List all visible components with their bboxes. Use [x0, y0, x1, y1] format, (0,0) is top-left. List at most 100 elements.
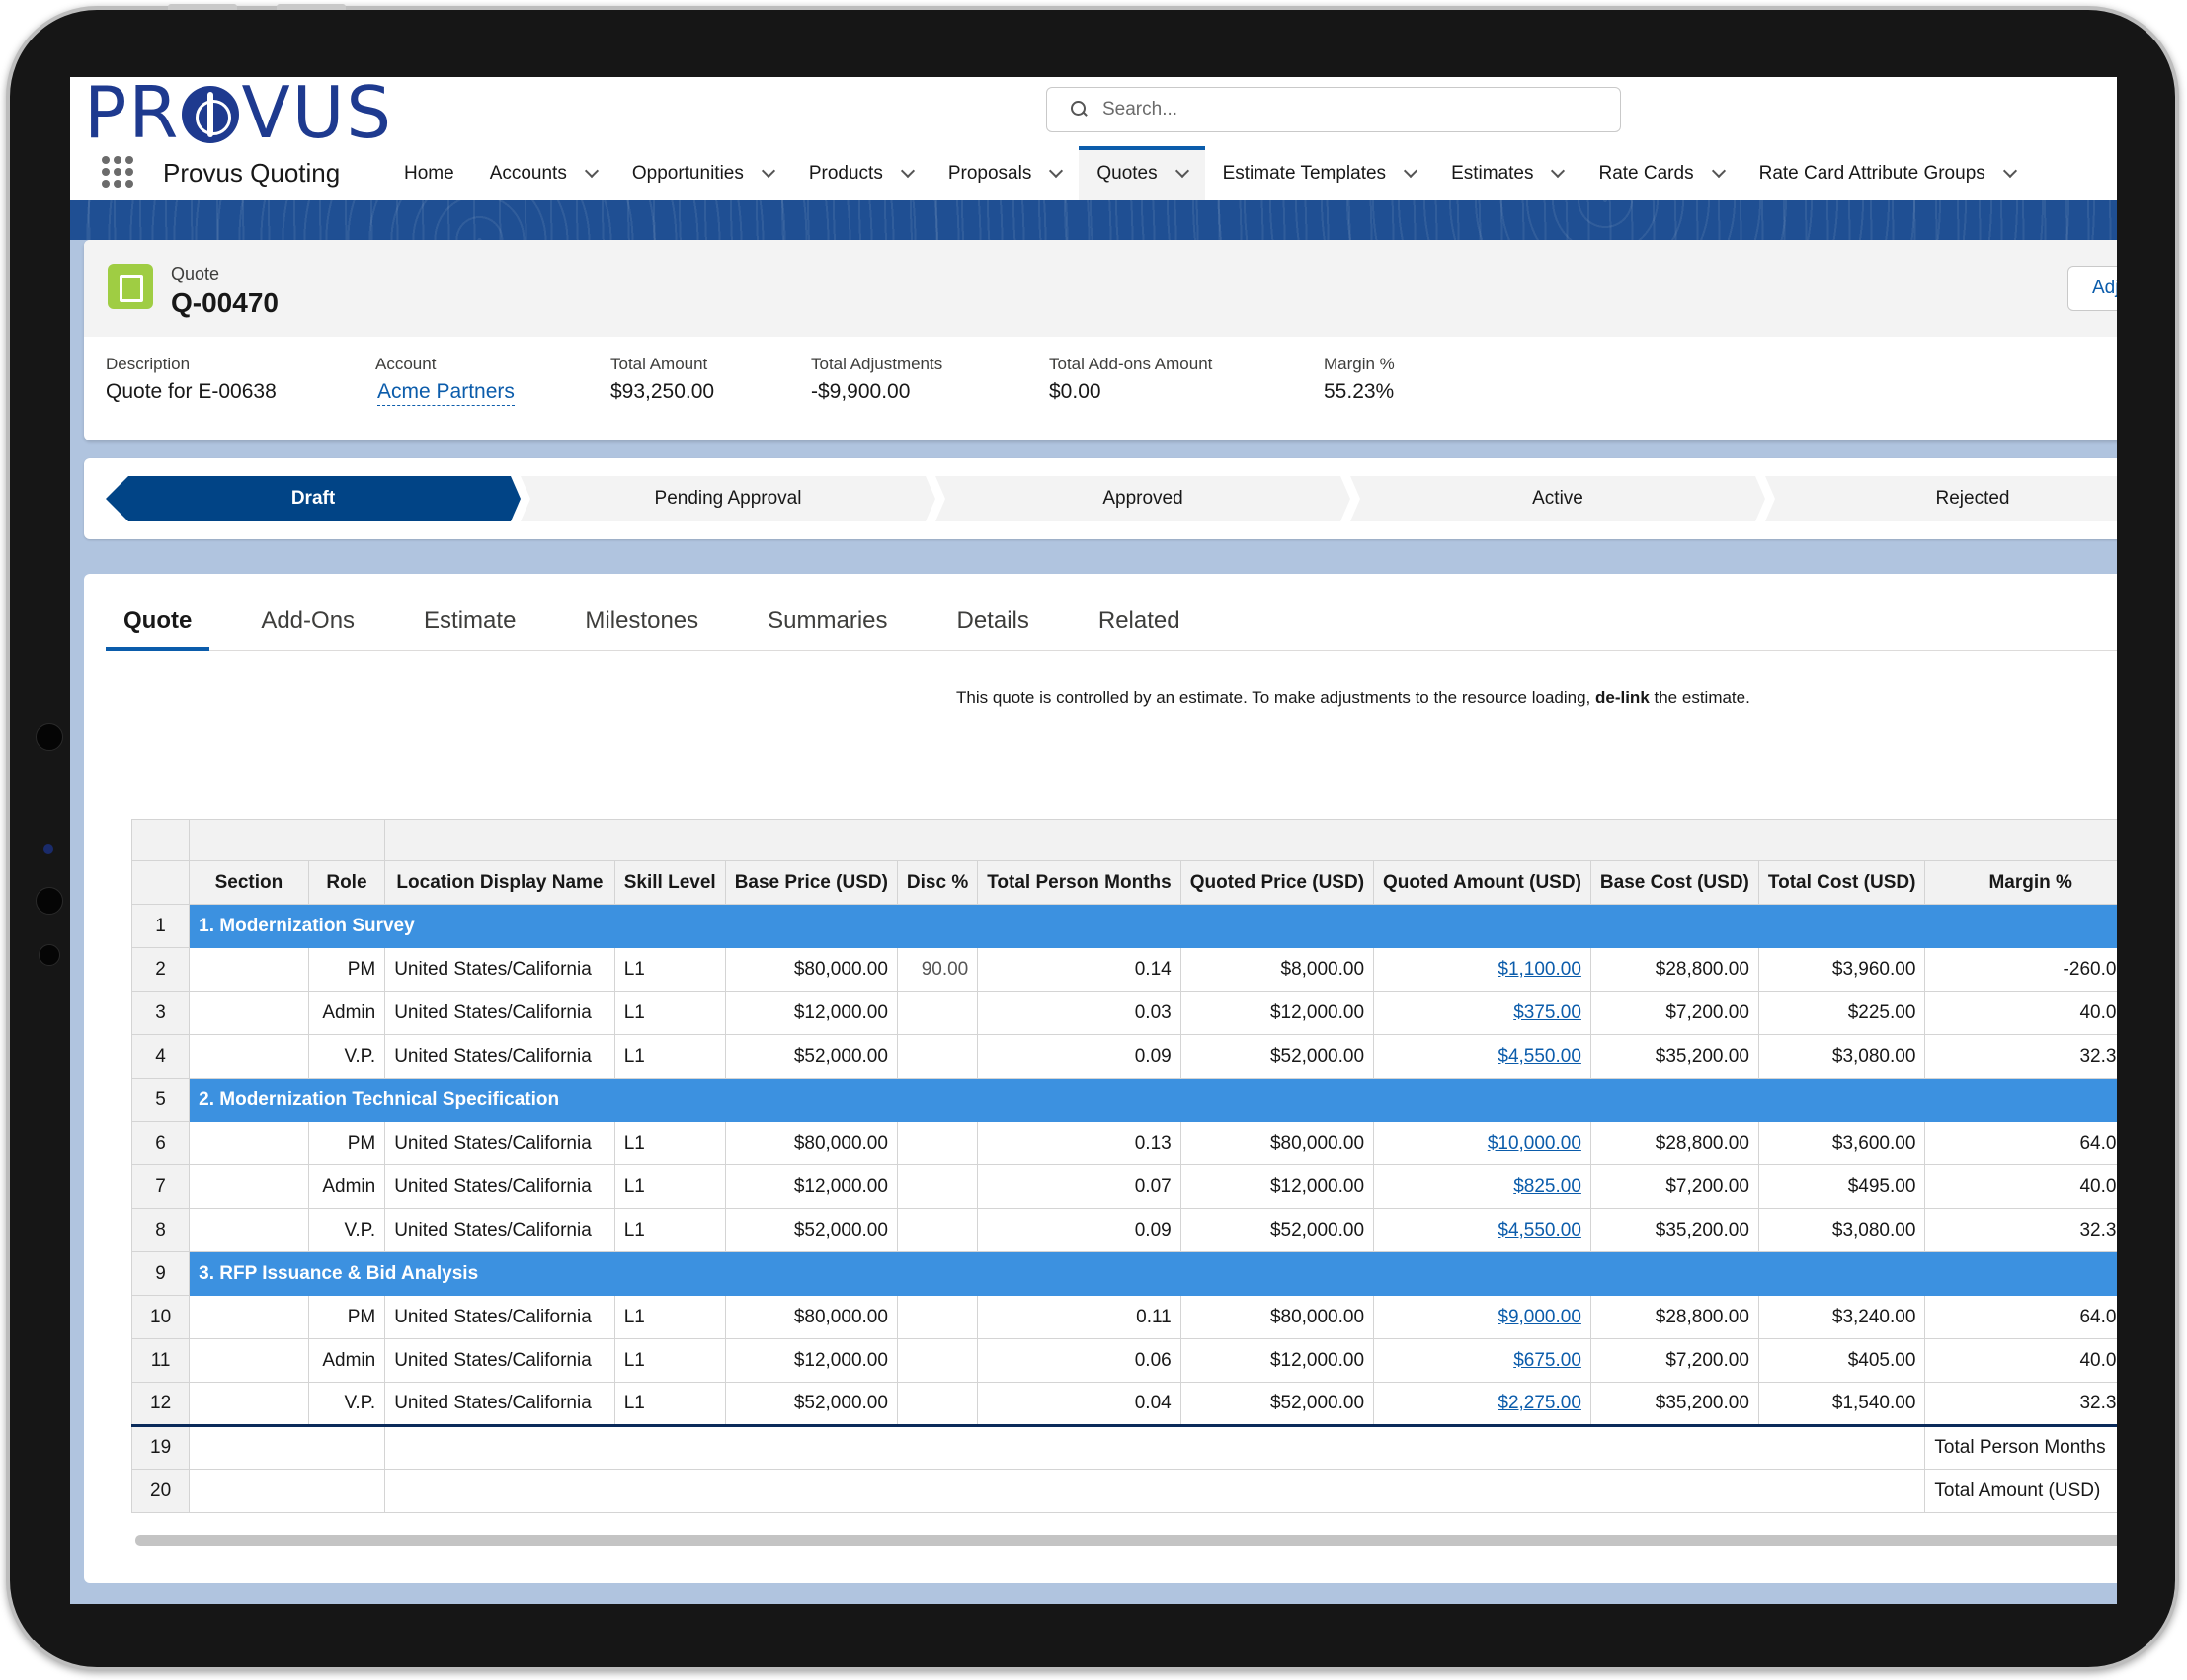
- cell-total-person-months[interactable]: 0.09: [977, 1034, 1181, 1079]
- col-header-margin[interactable]: Margin %: [1924, 860, 2117, 905]
- section-title[interactable]: 1. Modernization Survey: [189, 904, 2117, 948]
- cell-disc[interactable]: 90.00: [896, 947, 979, 992]
- nav-item-quotes[interactable]: Quotes: [1079, 146, 1205, 200]
- cell-base-price[interactable]: $80,000.00: [724, 1121, 898, 1165]
- cell-quoted-price[interactable]: $8,000.00: [1179, 947, 1375, 992]
- cell-quoted-amount[interactable]: $675.00: [1373, 1338, 1591, 1383]
- cell-base-price[interactable]: $12,000.00: [724, 1164, 898, 1209]
- path-stage-draft[interactable]: Draft: [106, 476, 521, 521]
- path-stage-pending-approval[interactable]: Pending Approval: [521, 476, 935, 521]
- tab-related[interactable]: Related: [1081, 596, 1198, 650]
- cell-location[interactable]: United States/California: [384, 1034, 615, 1079]
- account-link[interactable]: Acme Partners: [377, 380, 515, 406]
- quoted-amount-link[interactable]: $1,100.00: [1498, 959, 1581, 980]
- tab-summaries[interactable]: Summaries: [750, 596, 905, 650]
- cell-section[interactable]: [189, 1338, 309, 1383]
- cell-margin[interactable]: 64.00: [1924, 1121, 2117, 1165]
- cell-total-cost[interactable]: $225.00: [1757, 991, 1926, 1035]
- cell-base-cost[interactable]: $28,800.00: [1589, 1121, 1759, 1165]
- cell-role[interactable]: V.P.: [307, 1208, 386, 1252]
- cell-margin[interactable]: 32.31: [1924, 1208, 2117, 1252]
- cell-total-cost[interactable]: $1,540.00: [1757, 1382, 1926, 1426]
- quoted-amount-link[interactable]: $375.00: [1513, 1002, 1581, 1023]
- cell-margin[interactable]: 40.00: [1924, 1164, 2117, 1209]
- chevron-down-icon[interactable]: [1711, 163, 1726, 178]
- col-header-total-person-months[interactable]: Total Person Months: [977, 860, 1181, 905]
- quoted-amount-link[interactable]: $825.00: [1513, 1176, 1581, 1197]
- cell-margin[interactable]: 32.31: [1924, 1034, 2117, 1079]
- chevron-down-icon[interactable]: [584, 163, 599, 178]
- chevron-down-icon[interactable]: [1049, 163, 1064, 178]
- col-header-location[interactable]: Location Display Name: [384, 860, 615, 905]
- cell-role[interactable]: PM: [307, 1121, 386, 1165]
- cell-section[interactable]: [189, 1208, 309, 1252]
- section-title[interactable]: 2. Modernization Technical Specification: [189, 1078, 2117, 1122]
- cell-base-price[interactable]: $52,000.00: [724, 1382, 898, 1426]
- cell-location[interactable]: United States/California: [384, 1382, 615, 1426]
- path-stage-active[interactable]: Active: [1350, 476, 1765, 521]
- cell-location[interactable]: United States/California: [384, 1295, 615, 1339]
- cell-total-person-months[interactable]: 0.07: [977, 1164, 1181, 1209]
- cell-skill-level[interactable]: L1: [613, 991, 726, 1035]
- cell-base-cost[interactable]: $35,200.00: [1589, 1382, 1759, 1426]
- cell-base-cost[interactable]: $7,200.00: [1589, 991, 1759, 1035]
- cell-total-cost[interactable]: $3,240.00: [1757, 1295, 1926, 1339]
- cell-skill-level[interactable]: L1: [613, 1121, 726, 1165]
- chevron-down-icon[interactable]: [761, 163, 775, 178]
- quoted-amount-link[interactable]: $675.00: [1513, 1350, 1581, 1371]
- cell-quoted-amount[interactable]: $10,000.00: [1373, 1121, 1591, 1165]
- nav-item-proposals[interactable]: Proposals: [931, 146, 1080, 200]
- cell-total-person-months[interactable]: 0.13: [977, 1121, 1181, 1165]
- nav-item-rate-cards[interactable]: Rate Cards: [1580, 146, 1741, 200]
- nav-item-accounts[interactable]: Accounts: [472, 146, 614, 200]
- cell-role[interactable]: V.P.: [307, 1382, 386, 1426]
- nav-item-rate-card-attribute-groups[interactable]: Rate Card Attribute Groups: [1742, 146, 2033, 200]
- cell-role[interactable]: V.P.: [307, 1034, 386, 1079]
- cell-skill-level[interactable]: L1: [613, 1034, 726, 1079]
- cell-quoted-price[interactable]: $52,000.00: [1179, 1208, 1375, 1252]
- col-header-disc[interactable]: Disc %: [896, 860, 979, 905]
- cell-skill-level[interactable]: L1: [613, 1338, 726, 1383]
- quoted-amount-link[interactable]: $9,000.00: [1498, 1307, 1581, 1327]
- cell-quoted-amount[interactable]: $4,550.00: [1373, 1034, 1591, 1079]
- path-stage-approved[interactable]: Approved: [935, 476, 1350, 521]
- chevron-down-icon[interactable]: [1174, 163, 1189, 178]
- col-header-quoted-price[interactable]: Quoted Price (USD): [1179, 860, 1375, 905]
- cell-disc[interactable]: [896, 1164, 979, 1209]
- cell-role[interactable]: Admin: [307, 991, 386, 1035]
- cell-quoted-price[interactable]: $52,000.00: [1179, 1034, 1375, 1079]
- cell-section[interactable]: [189, 1295, 309, 1339]
- cell-base-price[interactable]: $52,000.00: [724, 1034, 898, 1079]
- cell-quoted-price[interactable]: $12,000.00: [1179, 1338, 1375, 1383]
- horizontal-scrollbar[interactable]: [135, 1535, 2117, 1546]
- cell-section[interactable]: [189, 1034, 309, 1079]
- cell-total-person-months[interactable]: 0.09: [977, 1208, 1181, 1252]
- col-header-role[interactable]: Role: [307, 860, 386, 905]
- cell-total-cost[interactable]: $405.00: [1757, 1338, 1926, 1383]
- cell-total-person-months[interactable]: 0.03: [977, 991, 1181, 1035]
- cell-location[interactable]: United States/California: [384, 947, 615, 992]
- cell-margin[interactable]: 64.00: [1924, 1295, 2117, 1339]
- cell-skill-level[interactable]: L1: [613, 1208, 726, 1252]
- cell-disc[interactable]: [896, 1382, 979, 1426]
- nav-item-products[interactable]: Products: [791, 146, 931, 200]
- col-header-quoted-amount[interactable]: Quoted Amount (USD): [1373, 860, 1591, 905]
- tab-estimate[interactable]: Estimate: [406, 596, 533, 650]
- cell-quoted-amount[interactable]: $1,100.00: [1373, 947, 1591, 992]
- nav-item-opportunities[interactable]: Opportunities: [614, 146, 791, 200]
- nav-item-home[interactable]: Home: [386, 146, 472, 200]
- app-launcher-icon[interactable]: [102, 156, 133, 188]
- cell-total-person-months[interactable]: 0.04: [977, 1382, 1181, 1426]
- cell-disc[interactable]: [896, 1338, 979, 1383]
- cell-quoted-price[interactable]: $12,000.00: [1179, 991, 1375, 1035]
- cell-location[interactable]: United States/California: [384, 991, 615, 1035]
- cell-base-cost[interactable]: $28,800.00: [1589, 947, 1759, 992]
- search-input[interactable]: [1102, 99, 1577, 120]
- cell-quoted-amount[interactable]: $4,550.00: [1373, 1208, 1591, 1252]
- section-title[interactable]: 3. RFP Issuance & Bid Analysis: [189, 1251, 2117, 1296]
- chevron-down-icon[interactable]: [1551, 163, 1566, 178]
- cell-section[interactable]: [189, 1382, 309, 1426]
- global-search[interactable]: [1046, 87, 1621, 132]
- cell-base-price[interactable]: $80,000.00: [724, 1295, 898, 1339]
- cell-location[interactable]: United States/California: [384, 1338, 615, 1383]
